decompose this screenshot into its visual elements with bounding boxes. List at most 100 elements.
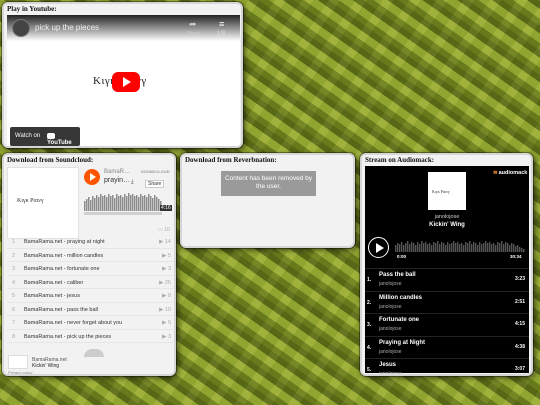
- removed-message: Content has been removed by the user.: [221, 171, 316, 196]
- playlist-icon[interactable]: ≡: [219, 19, 224, 29]
- track-title[interactable]: BamaRama.net - pick up the pieces: [24, 334, 111, 340]
- track-number: 4: [12, 279, 16, 286]
- track-number: 1.: [367, 277, 372, 283]
- footer-artwork[interactable]: [8, 355, 28, 369]
- reverbnation-panel: Download from Reverbnation: Content has …: [180, 153, 355, 248]
- watch-on-youtube-button[interactable]: Watch on YouTube: [10, 127, 80, 146]
- audiomack-panel-title: Stream on Audiomack:: [365, 156, 435, 164]
- track-title[interactable]: BamaRama.net - caliber: [24, 280, 83, 286]
- soundcloud-track-list: 1 BamaRama.net - praying at night ▶ 14 2 Bam…: [7, 235, 173, 343]
- track-artist[interactable]: janolojose: [379, 281, 402, 287]
- soundcloud-track-row[interactable]: 6 BamaRama.net - pass the ball ▶ 10: [7, 303, 173, 316]
- watch-on-label: Watch on: [15, 133, 41, 139]
- track-title[interactable]: BamaRama.net - praying at night: [24, 239, 105, 245]
- footer-track[interactable]: Kickin' Wing: [32, 363, 59, 369]
- track-number: 8: [12, 333, 16, 340]
- youtube-player[interactable]: Κιγκ Ραινγ pick up the pieces ➦ Share ≡ …: [7, 15, 240, 146]
- track-number: 6: [12, 306, 16, 313]
- audiomack-logo[interactable]: audiomack: [493, 170, 528, 176]
- play-count: ▶ 14: [159, 239, 171, 245]
- track-artist[interactable]: janolojose: [379, 349, 402, 355]
- play-count-value: 25: [164, 279, 171, 286]
- audiomack-track-row[interactable]: 4. Praying at Night janolojose 4:38: [365, 335, 529, 359]
- track-number: 1: [12, 239, 16, 245]
- track-duration: 2:51: [514, 298, 525, 305]
- track-duration: 4:38: [514, 343, 525, 350]
- video-title[interactable]: pick up the pieces: [35, 23, 99, 32]
- audiomack-track-row[interactable]: 3. Fortunate one janolojose 4:15: [365, 313, 529, 336]
- artwork-text: Κιγκ Ραινγ: [17, 198, 44, 204]
- soundcloud-track-row[interactable]: 1 BamaRama.net - praying at night ▶ 14: [7, 235, 173, 249]
- play-count: ▶ 5: [162, 320, 171, 326]
- play-count: ▶ 25: [159, 279, 171, 286]
- soundcloud-panel: Download from Soundcloud: Κιγκ Ραινγ Bam…: [2, 153, 176, 376]
- track-title[interactable]: BamaRama.net - pass the ball: [24, 307, 98, 313]
- time-current: 0:00: [397, 254, 407, 259]
- soundcloud-track-row[interactable]: 2 BamaRama.net - million candles ▶ 5: [7, 249, 173, 262]
- channel-avatar[interactable]: [12, 19, 30, 37]
- soundcloud-logo[interactable]: SOUNDCLOUD: [141, 169, 170, 174]
- play-count: ▶ 3: [162, 266, 171, 272]
- track-title[interactable]: Jesus: [379, 362, 396, 368]
- soundcloud-duration: 4:16: [160, 205, 172, 211]
- soundcloud-user[interactable]: BamaR…: [104, 169, 130, 175]
- track-title[interactable]: Fortunate one: [379, 317, 419, 323]
- soundcloud-play-button[interactable]: [84, 169, 100, 185]
- time-total: 30:34: [510, 254, 522, 259]
- audiomack-track-row[interactable]: 1. Pass the ball janolojose 3:23: [365, 268, 529, 291]
- play-count-value: 14: [164, 239, 171, 245]
- track-title[interactable]: BamaRama.net - million candles: [24, 253, 103, 259]
- track-artwork[interactable]: Κιγκ Ραινγ: [7, 167, 79, 239]
- soundcloud-share-button[interactable]: Share: [145, 180, 165, 188]
- track-title[interactable]: BamaRama.net - jesus: [24, 293, 80, 299]
- cover-text: Κιγκ Ραινγ: [432, 189, 450, 194]
- share-icon[interactable]: ➦: [189, 19, 197, 30]
- soundcloud-track-row[interactable]: 5 BamaRama.net - jesus ▶ 8: [7, 289, 173, 303]
- track-title[interactable]: BamaRama.net - never forget about you: [24, 320, 122, 326]
- track-title[interactable]: BamaRama.net - fortunate one: [24, 266, 100, 272]
- soundcloud-cloud-icon: [84, 349, 104, 357]
- play-count-value: 8: [167, 293, 171, 299]
- soundcloud-track-row[interactable]: 7 BamaRama.net - never forget about you ▶ …: [7, 316, 173, 330]
- play-count-value: 3: [167, 333, 171, 340]
- audiomack-player: audiomack Κιγκ Ραινγ janolojose Kickin' …: [365, 166, 529, 374]
- audiomack-track-list: 1. Pass the ball janolojose 3:23 2. Million c…: [365, 268, 529, 374]
- download-icon[interactable]: ⤓: [131, 179, 134, 186]
- track-artist[interactable]: janolojose: [379, 326, 402, 332]
- youtube-panel-title: Play in Youtube:: [7, 5, 57, 13]
- comment-count-value: 10: [164, 227, 170, 233]
- share-label[interactable]: Share: [187, 31, 200, 37]
- audiomack-panel: Stream on Audiomack: audiomack Κιγκ Ραιν…: [360, 153, 533, 376]
- soundcloud-track-row[interactable]: 3 BamaRama.net - fortunate one ▶ 3: [7, 262, 173, 276]
- reverbnation-panel-title: Download from Reverbnation:: [185, 156, 277, 164]
- youtube-play-button[interactable]: [112, 72, 140, 92]
- track-number: 5.: [367, 367, 372, 373]
- track-artist[interactable]: janolojose: [379, 304, 402, 310]
- track-title[interactable]: Pass the ball: [379, 272, 416, 278]
- play-count: ▶ 5: [162, 252, 171, 259]
- track-title[interactable]: Praying at Night: [379, 340, 425, 346]
- track-duration: 4:15: [514, 321, 525, 327]
- audiomack-play-button[interactable]: [368, 237, 389, 258]
- play-count-value: 10: [164, 306, 171, 313]
- album-artist[interactable]: janolojose: [365, 214, 529, 220]
- album-title[interactable]: Kickin' Wing: [365, 222, 529, 228]
- play-count: ▶ 8: [162, 293, 171, 299]
- soundcloud-track-row[interactable]: 4 BamaRama.net - caliber ▶ 25: [7, 276, 173, 289]
- soundcloud-panel-title: Download from Soundcloud:: [7, 156, 94, 164]
- track-duration: 3:23: [514, 276, 525, 282]
- track-number: 2: [12, 252, 16, 259]
- track-number: 3: [12, 266, 16, 272]
- privacy-policy-link[interactable]: Privacy policy: [8, 370, 32, 374]
- play-count-value: 5: [167, 320, 171, 326]
- audiomack-waveform[interactable]: [395, 240, 525, 252]
- track-artist[interactable]: janolojose: [379, 371, 402, 374]
- audiomack-track-row[interactable]: 2. Million candles janolojose 2:51: [365, 290, 529, 314]
- soundcloud-track-row[interactable]: 8 BamaRama.net - pick up the pieces ▶ 3: [7, 330, 173, 343]
- track-number: 2.: [367, 299, 372, 306]
- album-cover[interactable]: Κιγκ Ραινγ: [428, 172, 466, 210]
- audiomack-track-row[interactable]: 5. Jesus janolojose 3:07: [365, 358, 529, 374]
- soundcloud-waveform[interactable]: [84, 191, 174, 217]
- track-title[interactable]: Million candles: [379, 295, 422, 301]
- soundcloud-track-title[interactable]: prayin…: [104, 177, 130, 184]
